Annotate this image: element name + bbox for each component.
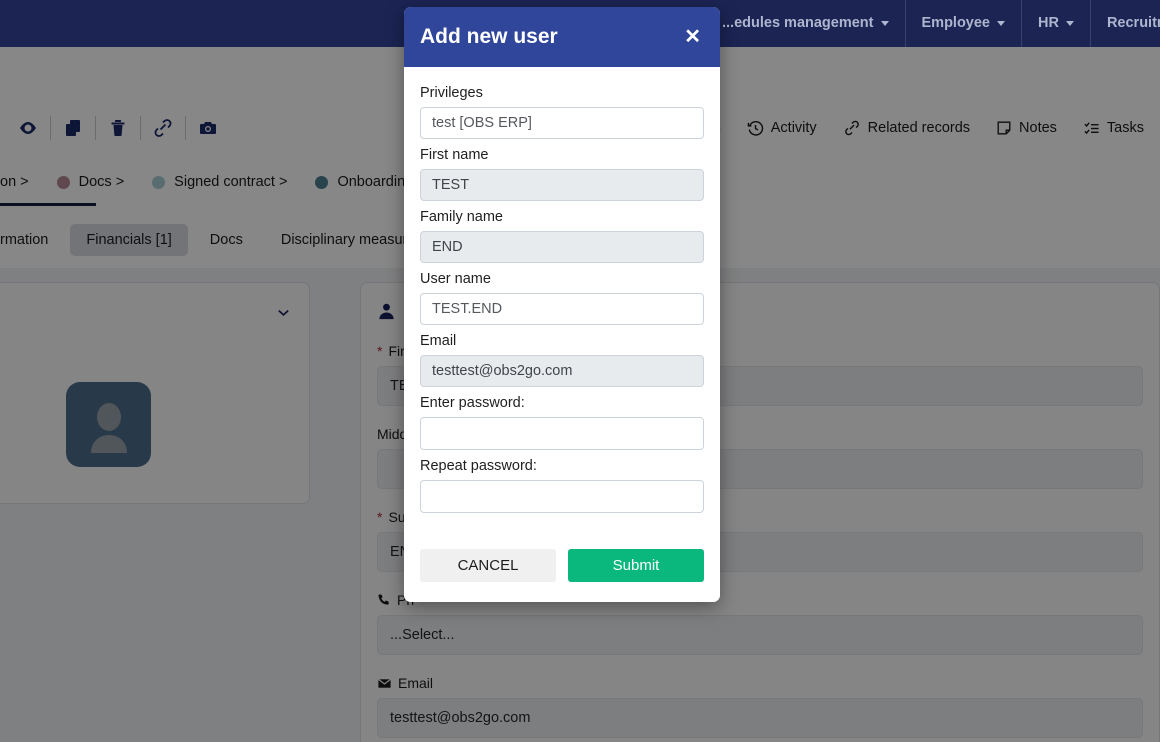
modal-field-email[interactable]: testtest@obs2go.com [420,355,704,387]
modal-label-family-name: Family name [420,209,503,225]
nav-item-label: ...edules management [722,15,874,31]
field-value: END [432,239,463,255]
modal-field-privileges[interactable]: test [OBS ERP] [420,107,704,139]
chevron-down-icon [997,21,1005,26]
modal-field-repeat-password[interactable] [420,480,704,513]
modal-field-first-name[interactable]: TEST [420,169,704,201]
nav-item-schedules-management[interactable]: ...edules management [706,0,905,47]
modal-field-family-name[interactable]: END [420,231,704,263]
nav-item-label: Employee [921,15,991,31]
cancel-button[interactable]: CANCEL [420,549,556,582]
field-value: TEST.END [432,301,503,317]
nav-item-hr[interactable]: HR [1021,0,1090,47]
nav-item-label: Recruitment [1106,15,1160,31]
modal-label-email: Email [420,333,457,349]
modal-header: Add new user ✕ [404,7,720,67]
modal-label-first-name: First name [420,147,489,163]
submit-button[interactable]: Submit [568,549,704,582]
modal-field-user-name[interactable]: TEST.END [420,293,704,325]
nav-item-label: HR [1038,15,1059,31]
field-value: testtest@obs2go.com [432,363,573,379]
modal-footer: CANCEL Submit [404,521,720,602]
nav-item-recruitment[interactable]: Recruitment [1089,0,1160,47]
field-value: test [OBS ERP] [432,115,532,131]
modal-label-enter-password: Enter password: [420,395,525,411]
modal-label-privileges: Privileges [420,85,483,101]
modal-label-user-name: User name [420,271,491,287]
modal-field-enter-password[interactable] [420,417,704,450]
modal-title: Add new user [420,25,558,48]
modal-body: Privileges test [OBS ERP] First name TES… [404,67,720,513]
chevron-down-icon [1065,21,1074,26]
nav-item-employee[interactable]: Employee [904,0,1022,47]
close-icon[interactable]: ✕ [680,25,705,49]
top-nav-items: ...edules management Employee HR Recruit… [706,0,1160,47]
app-root: ...edules management Employee HR Recruit… [0,0,1160,742]
field-value: TEST [432,177,470,193]
modal-label-repeat-password: Repeat password: [420,458,537,474]
chevron-down-icon [880,21,889,26]
add-new-user-modal: Add new user ✕ Privileges test [OBS ERP]… [404,7,720,602]
